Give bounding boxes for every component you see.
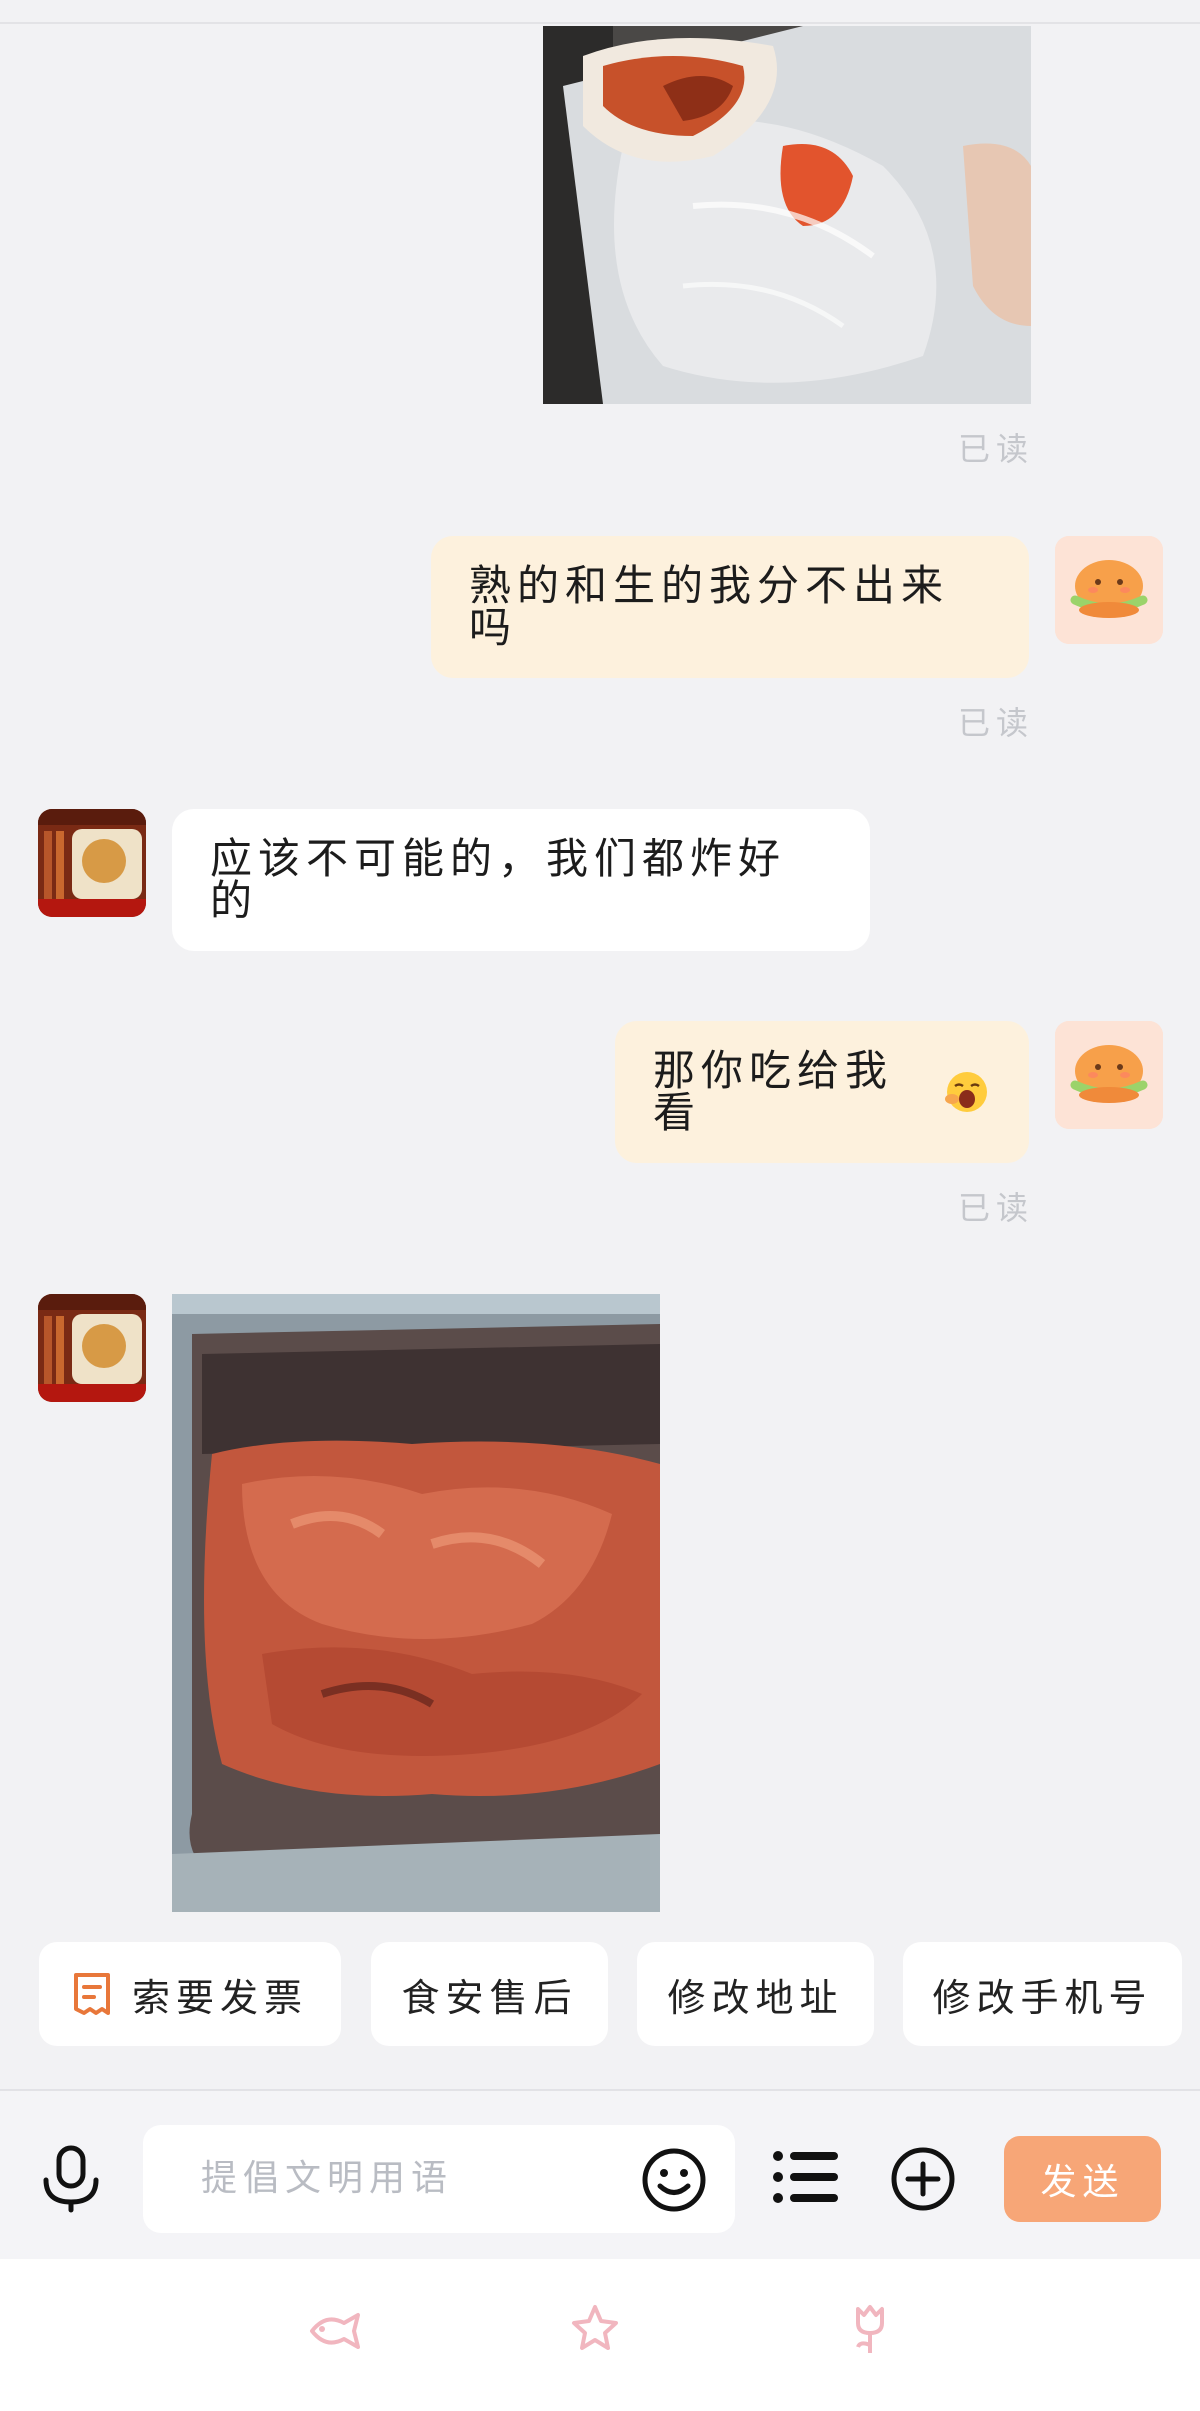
- message-bubble-sent[interactable]: 那你吃给我看: [615, 1021, 1029, 1163]
- message-input-placeholder: 提倡文明用语: [201, 2158, 454, 2199]
- smiley-icon[interactable]: [641, 2147, 707, 2213]
- star-icon[interactable]: [570, 2303, 620, 2353]
- change-address-chip[interactable]: 修改地址: [637, 1942, 874, 2046]
- message-text: 应该不可能的，我们都炸好的: [210, 834, 787, 925]
- microphone-icon[interactable]: [38, 2144, 104, 2214]
- fish-icon[interactable]: [306, 2309, 362, 2353]
- yawning-emoji-icon: [943, 1068, 991, 1116]
- invoice-chip-label: 索要发票: [131, 1975, 308, 2020]
- received-photo-fried-meat[interactable]: [172, 1294, 660, 1912]
- food-safety-chip[interactable]: 食安售后: [371, 1942, 608, 2046]
- plus-circle-icon[interactable]: [890, 2146, 956, 2212]
- sent-photo-spring-roll[interactable]: [543, 26, 1031, 404]
- list-icon[interactable]: [772, 2146, 840, 2208]
- change-phone-chip[interactable]: 修改手机号: [903, 1942, 1182, 2046]
- send-button[interactable]: 发送: [1004, 2136, 1161, 2222]
- read-receipt: 已读: [958, 1189, 1035, 1227]
- flower-icon[interactable]: [850, 2303, 890, 2357]
- message-input[interactable]: 提倡文明用语: [143, 2125, 735, 2233]
- receipt-icon: [72, 1971, 112, 2017]
- bottom-navigation: [0, 2259, 1200, 2411]
- message-text: 熟的和生的我分不出来吗: [469, 561, 950, 652]
- change-phone-chip-label: 修改手机号: [932, 1975, 1153, 2020]
- invoice-chip[interactable]: 索要发票: [39, 1942, 341, 2046]
- food-safety-chip-label: 食安售后: [401, 1975, 578, 2020]
- shop-avatar[interactable]: [38, 1294, 146, 1402]
- shop-avatar[interactable]: [38, 809, 146, 917]
- my-avatar[interactable]: [1055, 1021, 1163, 1129]
- change-address-chip-label: 修改地址: [667, 1975, 844, 2020]
- message-bubble-sent[interactable]: 熟的和生的我分不出来吗: [431, 536, 1029, 678]
- top-divider: [0, 22, 1200, 24]
- message-bubble-received[interactable]: 应该不可能的，我们都炸好的: [172, 809, 870, 951]
- read-receipt: 已读: [958, 430, 1035, 468]
- my-avatar[interactable]: [1055, 536, 1163, 644]
- message-text: 那你吃给我看: [653, 1046, 894, 1137]
- read-receipt: 已读: [958, 704, 1035, 742]
